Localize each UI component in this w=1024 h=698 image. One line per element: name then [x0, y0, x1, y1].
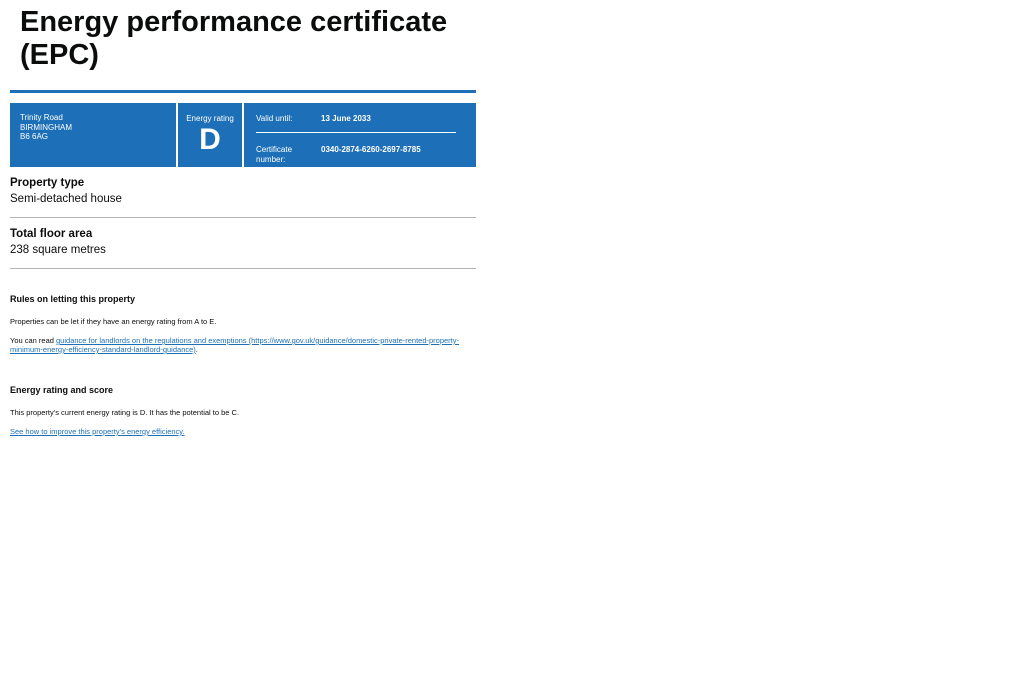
main-content: Energy performance certificate (EPC) Tri… — [10, 0, 476, 446]
valid-until-row: Valid until: 13 June 2033 — [256, 114, 456, 124]
certificate-summary: Trinity Road BIRMINGHAM B6 6AG Energy ra… — [10, 103, 476, 167]
address-line-postcode: B6 6AG — [20, 132, 49, 141]
certificate-number-value: 0340-2874-6260-2697-8785 — [321, 145, 421, 154]
property-type-value: Semi-detached house — [10, 193, 122, 205]
floor-area-value: 238 square metres — [10, 244, 106, 256]
rating-score-heading: Energy rating and score — [10, 385, 114, 395]
title-divider — [10, 90, 476, 93]
certificate-number-label: Certificate number: — [256, 145, 293, 164]
letting-guidance-suffix: . — [195, 345, 198, 354]
property-type-section: Property type Semi-detached house — [10, 167, 476, 218]
address-line-street: Trinity Road — [20, 113, 63, 122]
address-line-city: BIRMINGHAM — [20, 122, 72, 132]
improve-efficiency-link[interactable]: See how to improve this property's energ… — [10, 427, 185, 436]
floor-area-label: Total floor area — [10, 228, 93, 240]
details-divider — [256, 132, 456, 133]
energy-rating-block: Energy rating D — [178, 103, 242, 167]
property-type-label: Property type — [10, 177, 85, 189]
energy-rating-letter: D — [199, 123, 221, 156]
address-block: Trinity Road BIRMINGHAM B6 6AG — [10, 103, 176, 167]
letting-rules-section: Rules on letting this property Propertie… — [10, 293, 476, 436]
valid-until-value: 13 June 2033 — [321, 114, 371, 123]
letting-rules-heading: Rules on letting this property — [10, 294, 136, 304]
certificate-details: Valid until: 13 June 2033 Certificate nu… — [244, 103, 476, 167]
rating-score-text: This property's current energy rating is… — [10, 408, 240, 417]
landlord-guidance-link[interactable]: guidance for landlords on the regulation… — [10, 336, 459, 354]
valid-until-label: Valid until: — [256, 114, 293, 123]
rating-score-link-paragraph: See how to improve this property's energ… — [10, 427, 476, 436]
page-title: Energy performance certificate (EPC) — [20, 6, 448, 71]
epc-page: Energy performance certificate (EPC) Tri… — [0, 0, 1024, 698]
certificate-number-row: Certificate number: 0340-2874-6260-2697-… — [256, 145, 456, 165]
letting-rules-text: Properties can be let if they have an en… — [10, 317, 217, 326]
letting-guidance-paragraph: You can read guidance for landlords on t… — [10, 336, 476, 354]
letting-guidance-prefix: You can read — [10, 336, 57, 345]
floor-area-section: Total floor area 238 square metres — [10, 218, 476, 269]
